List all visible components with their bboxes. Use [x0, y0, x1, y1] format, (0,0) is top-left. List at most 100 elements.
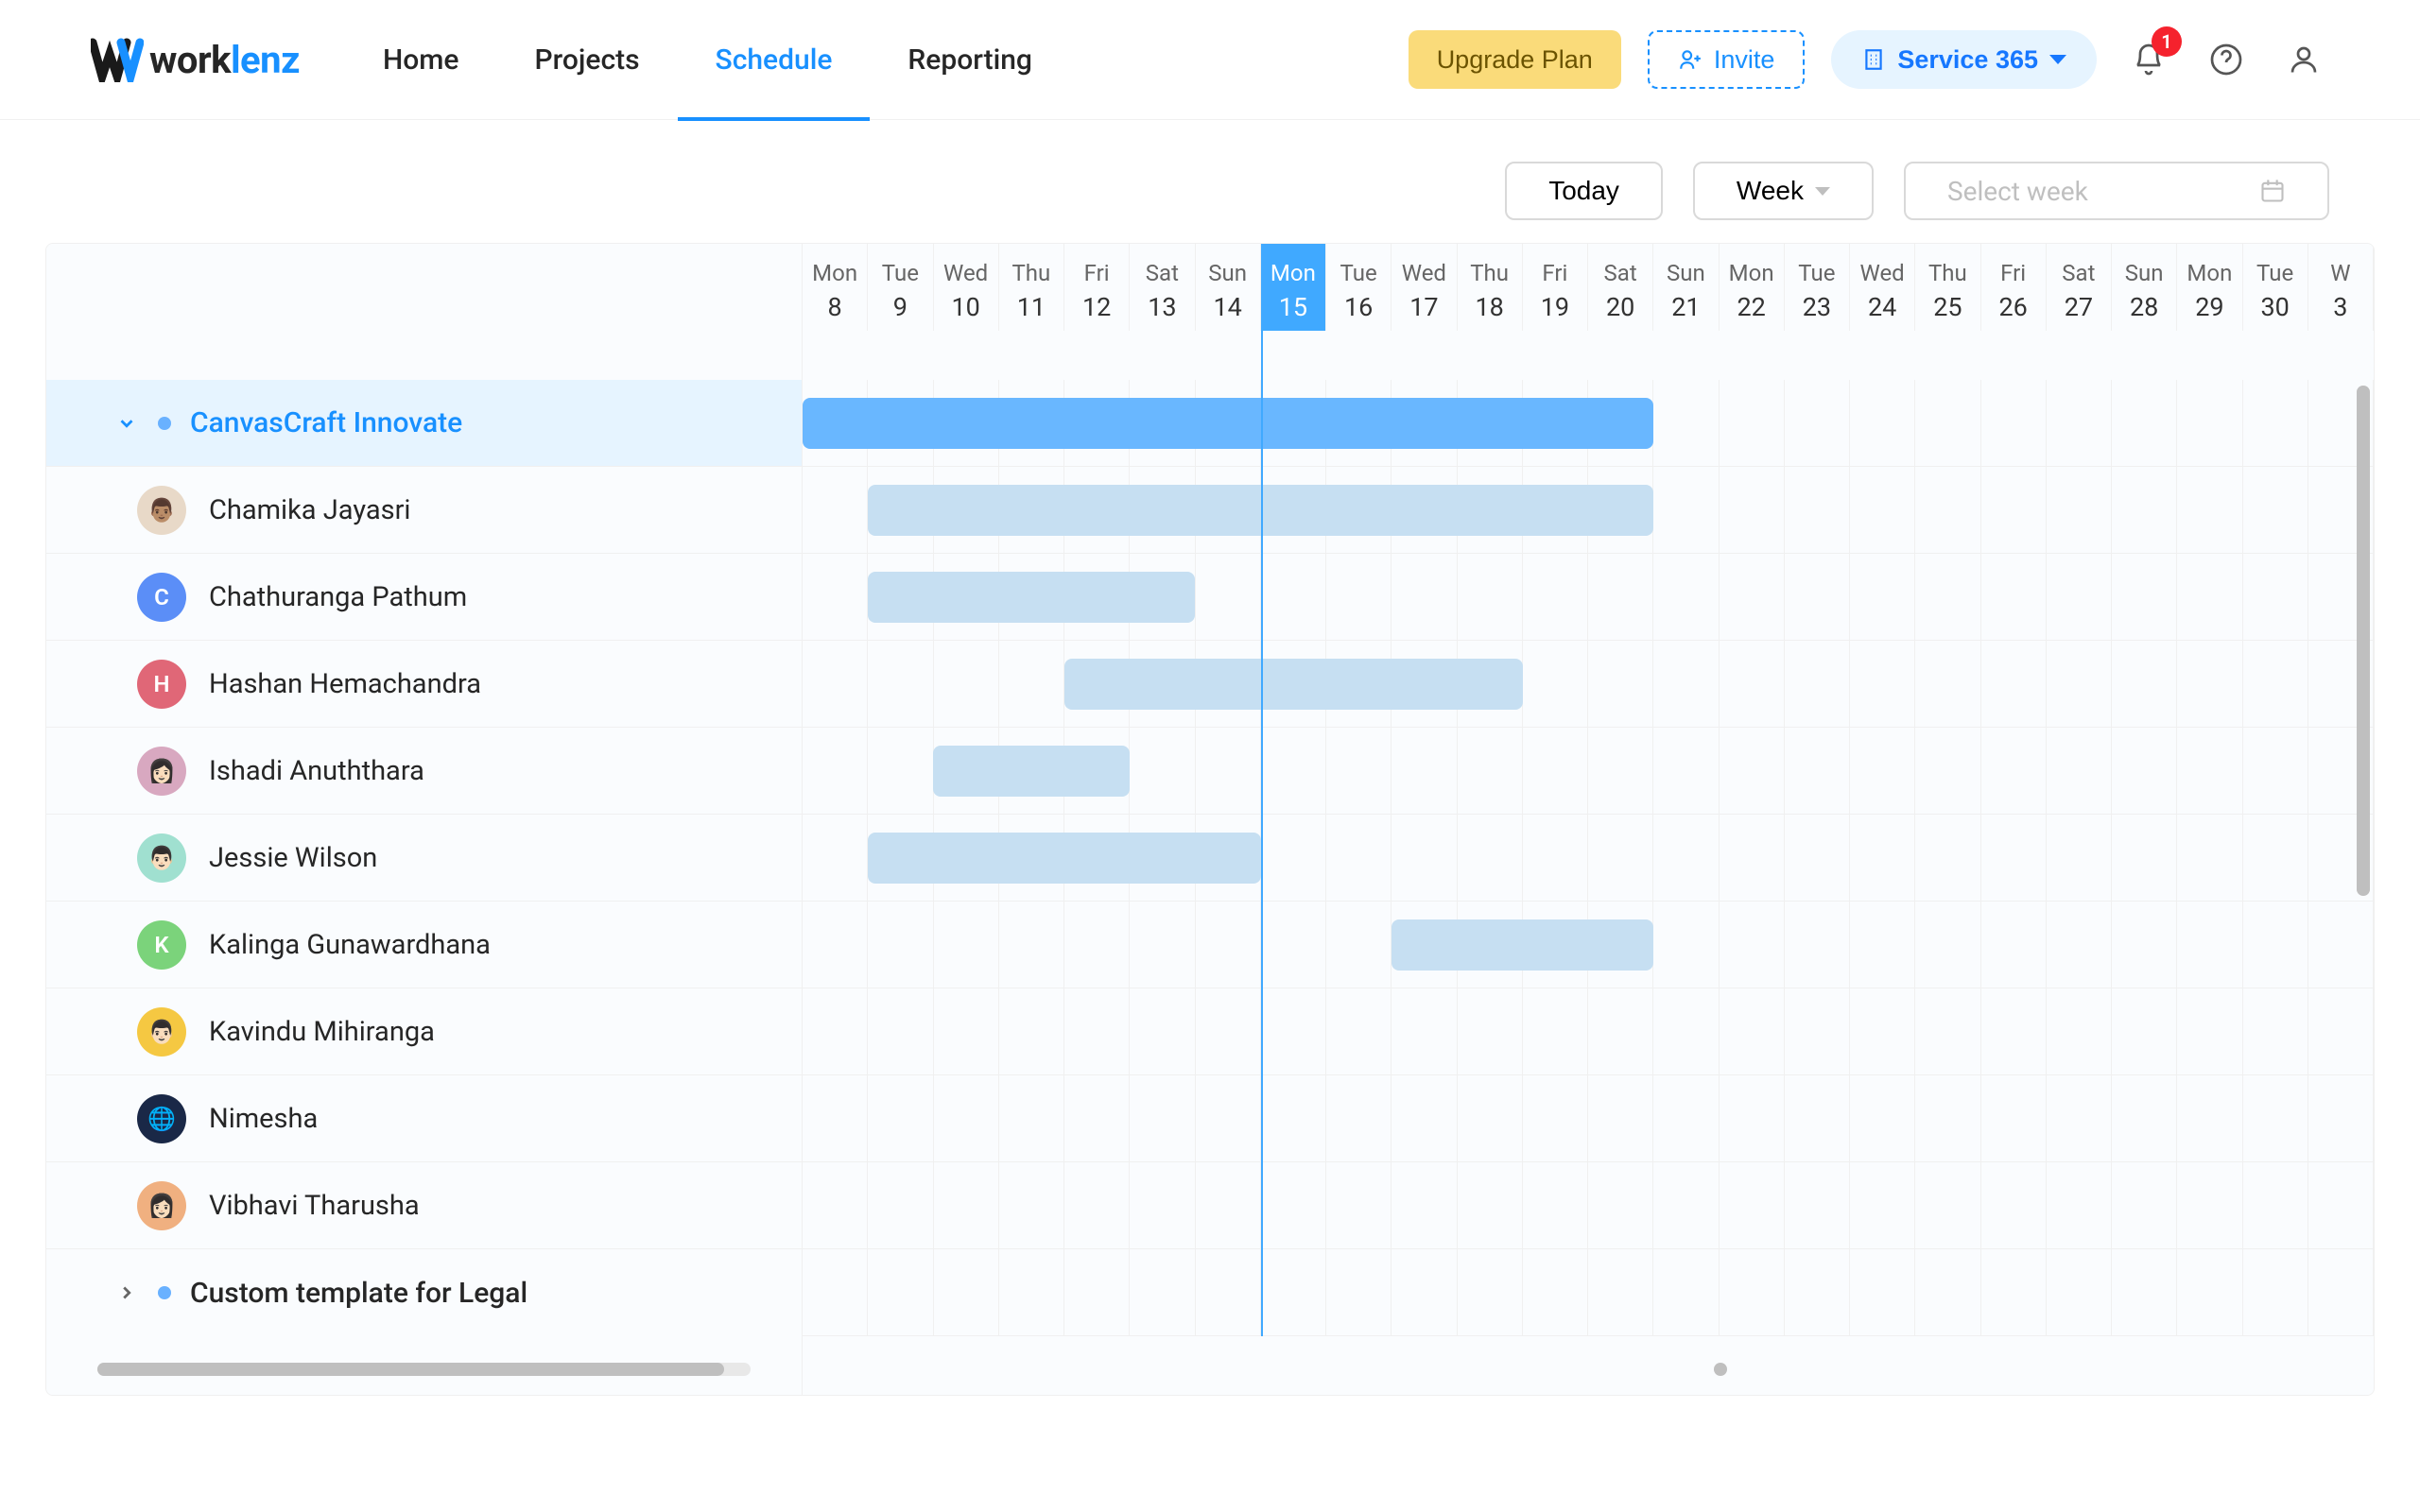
view-select[interactable]: Week: [1693, 162, 1874, 220]
timeline-cell[interactable]: [868, 1249, 933, 1335]
timeline-cell[interactable]: [1981, 1075, 2047, 1161]
timeline-cell[interactable]: [1720, 467, 1785, 553]
timeline-cell[interactable]: [1064, 1162, 1130, 1248]
member-row[interactable]: KKalinga Gunawardhana: [46, 902, 802, 988]
day-column[interactable]: Sat13: [1130, 244, 1195, 331]
timeline-cell[interactable]: [803, 1075, 868, 1161]
timeline-cell[interactable]: [1850, 1075, 1915, 1161]
nav-projects[interactable]: Projects: [496, 0, 677, 120]
day-column[interactable]: Sun14: [1196, 244, 1261, 331]
day-column[interactable]: W3: [2308, 244, 2374, 331]
timeline-cell[interactable]: [2047, 380, 2112, 466]
timeline-cell[interactable]: [868, 1162, 933, 1248]
day-column[interactable]: Sat20: [1588, 244, 1653, 331]
timeline-cell[interactable]: [803, 728, 868, 814]
timeline-cell[interactable]: [2177, 467, 2242, 553]
timeline-cell[interactable]: [2112, 380, 2177, 466]
timeline-cell[interactable]: [1392, 815, 1457, 901]
timeline-cell[interactable]: [1064, 988, 1130, 1074]
timeline-cell[interactable]: [2112, 467, 2177, 553]
timeline-cell[interactable]: [1196, 1162, 1261, 1248]
timeline-cell[interactable]: [1981, 467, 2047, 553]
timeline-cell[interactable]: [1458, 815, 1523, 901]
timeline-cell[interactable]: [2243, 1075, 2308, 1161]
day-column[interactable]: Tue23: [1785, 244, 1850, 331]
timeline-cell[interactable]: [1850, 902, 1915, 988]
service-dropdown[interactable]: Service 365: [1831, 30, 2097, 89]
timeline-cell[interactable]: [1915, 1249, 1980, 1335]
timeline-cell[interactable]: [1981, 815, 2047, 901]
timeline-cell[interactable]: [803, 641, 868, 727]
day-column[interactable]: Fri12: [1064, 244, 1130, 331]
timeline-cell[interactable]: [999, 902, 1064, 988]
timeline-cell[interactable]: [2047, 554, 2112, 640]
timeline-cell[interactable]: [1981, 554, 2047, 640]
timeline-cell[interactable]: [803, 1249, 868, 1335]
timeline-cell[interactable]: [1326, 1162, 1392, 1248]
timeline-cell[interactable]: [1261, 1249, 1326, 1335]
timeline-hscroll-indicator[interactable]: [1714, 1363, 1727, 1376]
timeline-cell[interactable]: [1130, 1075, 1195, 1161]
timeline-cell[interactable]: [1392, 988, 1457, 1074]
timeline-cell[interactable]: [1064, 902, 1130, 988]
timeline-cell[interactable]: [1588, 641, 1653, 727]
timeline-cell[interactable]: [2243, 380, 2308, 466]
timeline-cell[interactable]: [934, 988, 999, 1074]
timeline-cell[interactable]: [2177, 1249, 2242, 1335]
timeline-vscroll[interactable]: [2357, 386, 2370, 896]
member-bar[interactable]: [1392, 919, 1653, 971]
timeline-cell[interactable]: [1458, 728, 1523, 814]
timeline-cell[interactable]: [1850, 641, 1915, 727]
timeline-cell[interactable]: [1130, 728, 1195, 814]
timeline-cell[interactable]: [1915, 554, 1980, 640]
timeline-cell[interactable]: [1850, 467, 1915, 553]
member-row[interactable]: 👨🏻Kavindu Mihiranga: [46, 988, 802, 1075]
upgrade-button[interactable]: Upgrade Plan: [1409, 30, 1621, 89]
timeline-cell[interactable]: [1458, 554, 1523, 640]
timeline-cell[interactable]: [1915, 902, 1980, 988]
timeline-cell[interactable]: [1588, 554, 1653, 640]
day-column[interactable]: Tue9: [868, 244, 933, 331]
timeline-cell[interactable]: [1261, 728, 1326, 814]
timeline-cell[interactable]: [1196, 1249, 1261, 1335]
timeline-cell[interactable]: [1785, 1249, 1850, 1335]
today-button[interactable]: Today: [1505, 162, 1663, 220]
timeline-cell[interactable]: [2047, 988, 2112, 1074]
timeline-cell[interactable]: [1523, 1249, 1588, 1335]
timeline-cell[interactable]: [999, 1249, 1064, 1335]
timeline-cell[interactable]: [1588, 1249, 1653, 1335]
timeline-cell[interactable]: [2047, 728, 2112, 814]
timeline-cell[interactable]: [1653, 380, 1719, 466]
timeline-cell[interactable]: [2177, 641, 2242, 727]
timeline-cell[interactable]: [868, 641, 933, 727]
week-picker[interactable]: Select week: [1904, 162, 2329, 220]
timeline-cell[interactable]: [1326, 1249, 1392, 1335]
profile-button[interactable]: [2278, 34, 2329, 85]
day-column[interactable]: Tue16: [1326, 244, 1392, 331]
timeline-cell[interactable]: [1261, 554, 1326, 640]
nav-home[interactable]: Home: [345, 0, 497, 120]
timeline-cell[interactable]: [1523, 1075, 1588, 1161]
timeline-cell[interactable]: [2047, 815, 2112, 901]
timeline-cell[interactable]: [2047, 1075, 2112, 1161]
timeline-cell[interactable]: [1130, 1249, 1195, 1335]
timeline-cell[interactable]: [1523, 728, 1588, 814]
timeline-cell[interactable]: [803, 902, 868, 988]
timeline-cell[interactable]: [999, 1075, 1064, 1161]
timeline-cell[interactable]: [868, 1075, 933, 1161]
timeline-cell[interactable]: [1261, 1075, 1326, 1161]
timeline-cell[interactable]: [2112, 902, 2177, 988]
timeline-cell[interactable]: [1915, 988, 1980, 1074]
timeline-cell[interactable]: [1720, 554, 1785, 640]
timeline-cell[interactable]: [1523, 641, 1588, 727]
timeline-cell[interactable]: [2308, 1075, 2374, 1161]
timeline-cell[interactable]: [1653, 1075, 1719, 1161]
timeline-cell[interactable]: [1915, 380, 1980, 466]
timeline-cell[interactable]: [803, 988, 868, 1074]
timeline-cell[interactable]: [2243, 1249, 2308, 1335]
timeline-cell[interactable]: [868, 728, 933, 814]
help-button[interactable]: [2201, 34, 2252, 85]
timeline-cell[interactable]: [868, 902, 933, 988]
timeline-cell[interactable]: [1392, 728, 1457, 814]
timeline-cell[interactable]: [1523, 554, 1588, 640]
